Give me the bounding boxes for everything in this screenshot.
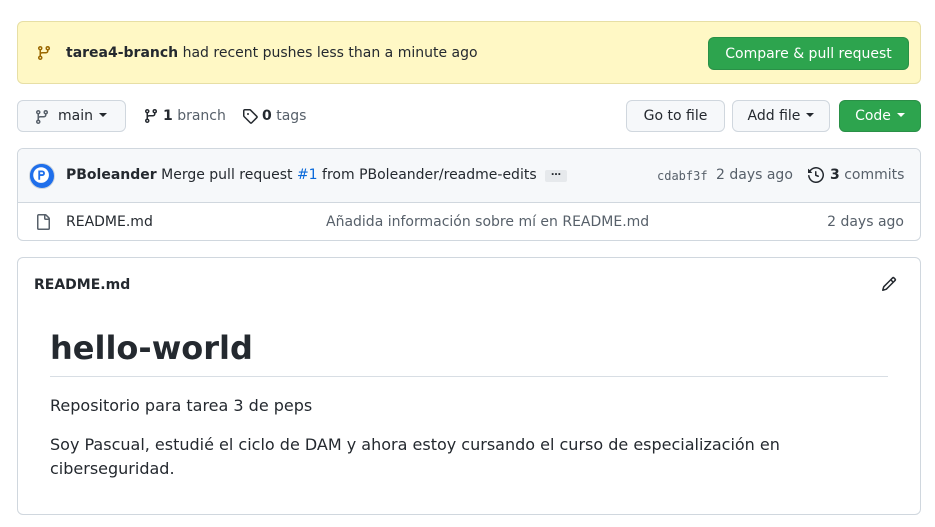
expand-commit-message-button[interactable]: … <box>545 168 567 182</box>
git-branch-icon <box>144 109 157 124</box>
code-button-label: Code <box>855 108 891 124</box>
readme-paragraph: Soy Pascual, estudié el ciclo de DAM y a… <box>50 435 780 478</box>
readme-heading: hello-world <box>50 328 888 377</box>
history-icon <box>808 167 824 183</box>
recent-push-banner: tarea4-branch had recent pushes less tha… <box>17 21 921 84</box>
tag-count: 0 <box>262 108 272 124</box>
add-file-label: Add file <box>747 108 801 124</box>
banner-message-text: had recent pushes less than a minute ago <box>178 45 478 61</box>
commit-sha[interactable]: cdabf3f <box>657 167 708 185</box>
git-branch-icon <box>37 46 50 61</box>
tag-count-label: tags <box>271 108 307 124</box>
latest-commit-message: PBoleander Merge pull request #1 from PB… <box>66 166 537 184</box>
branch-count-label: branch <box>172 108 226 124</box>
avatar[interactable] <box>29 163 55 189</box>
readme-filename[interactable]: README.md <box>34 276 130 294</box>
commit-age[interactable]: 2 days ago <box>716 166 793 184</box>
chevron-down-icon <box>806 113 815 117</box>
readme-paragraph: Repositorio para tarea 3 de peps <box>50 396 313 415</box>
commit-message-suffix[interactable]: from PBoleander/readme-edits <box>318 167 537 183</box>
table-row: README.md Añadida información sobre mí e… <box>18 203 920 240</box>
compare-pull-request-button[interactable]: Compare & pull request <box>708 37 909 70</box>
add-file-button[interactable]: Add file <box>732 100 830 132</box>
commit-author[interactable]: PBoleander <box>66 167 157 183</box>
chevron-down-icon <box>98 113 107 117</box>
commit-message-prefix[interactable]: Merge pull request <box>157 167 297 183</box>
readme-panel: README.md hello-world Repositorio para t… <box>17 257 921 515</box>
pencil-icon[interactable] <box>881 276 897 292</box>
user-avatar-icon <box>30 164 53 187</box>
branch-selector-label: main <box>58 108 93 124</box>
branch-selector-button[interactable]: main <box>17 100 126 132</box>
tag-icon <box>243 109 258 124</box>
latest-commit-row: PBoleander Merge pull request #1 from PB… <box>18 149 920 203</box>
commits-label: commits <box>839 167 905 183</box>
file-browser: PBoleander Merge pull request #1 from PB… <box>17 148 921 241</box>
branch-count: 1 <box>163 108 173 124</box>
chevron-down-icon <box>896 113 905 117</box>
code-button[interactable]: Code <box>839 100 921 132</box>
git-branch-icon <box>35 110 48 125</box>
repo-toolbar: main 1 branch 0 tags Go to file Add file… <box>17 100 921 132</box>
pull-request-link[interactable]: #1 <box>297 167 318 183</box>
banner-branch-name[interactable]: tarea4-branch <box>66 45 178 61</box>
banner-message: tarea4-branch had recent pushes less tha… <box>66 44 478 62</box>
file-commit-age: 2 days ago <box>827 214 904 230</box>
file-name-link[interactable]: README.md <box>66 213 153 231</box>
commit-count: 3 <box>830 167 840 183</box>
file-icon <box>37 214 50 230</box>
go-to-file-button[interactable]: Go to file <box>626 100 725 132</box>
file-commit-message-link[interactable]: Añadida información sobre mí en README.m… <box>326 213 649 231</box>
